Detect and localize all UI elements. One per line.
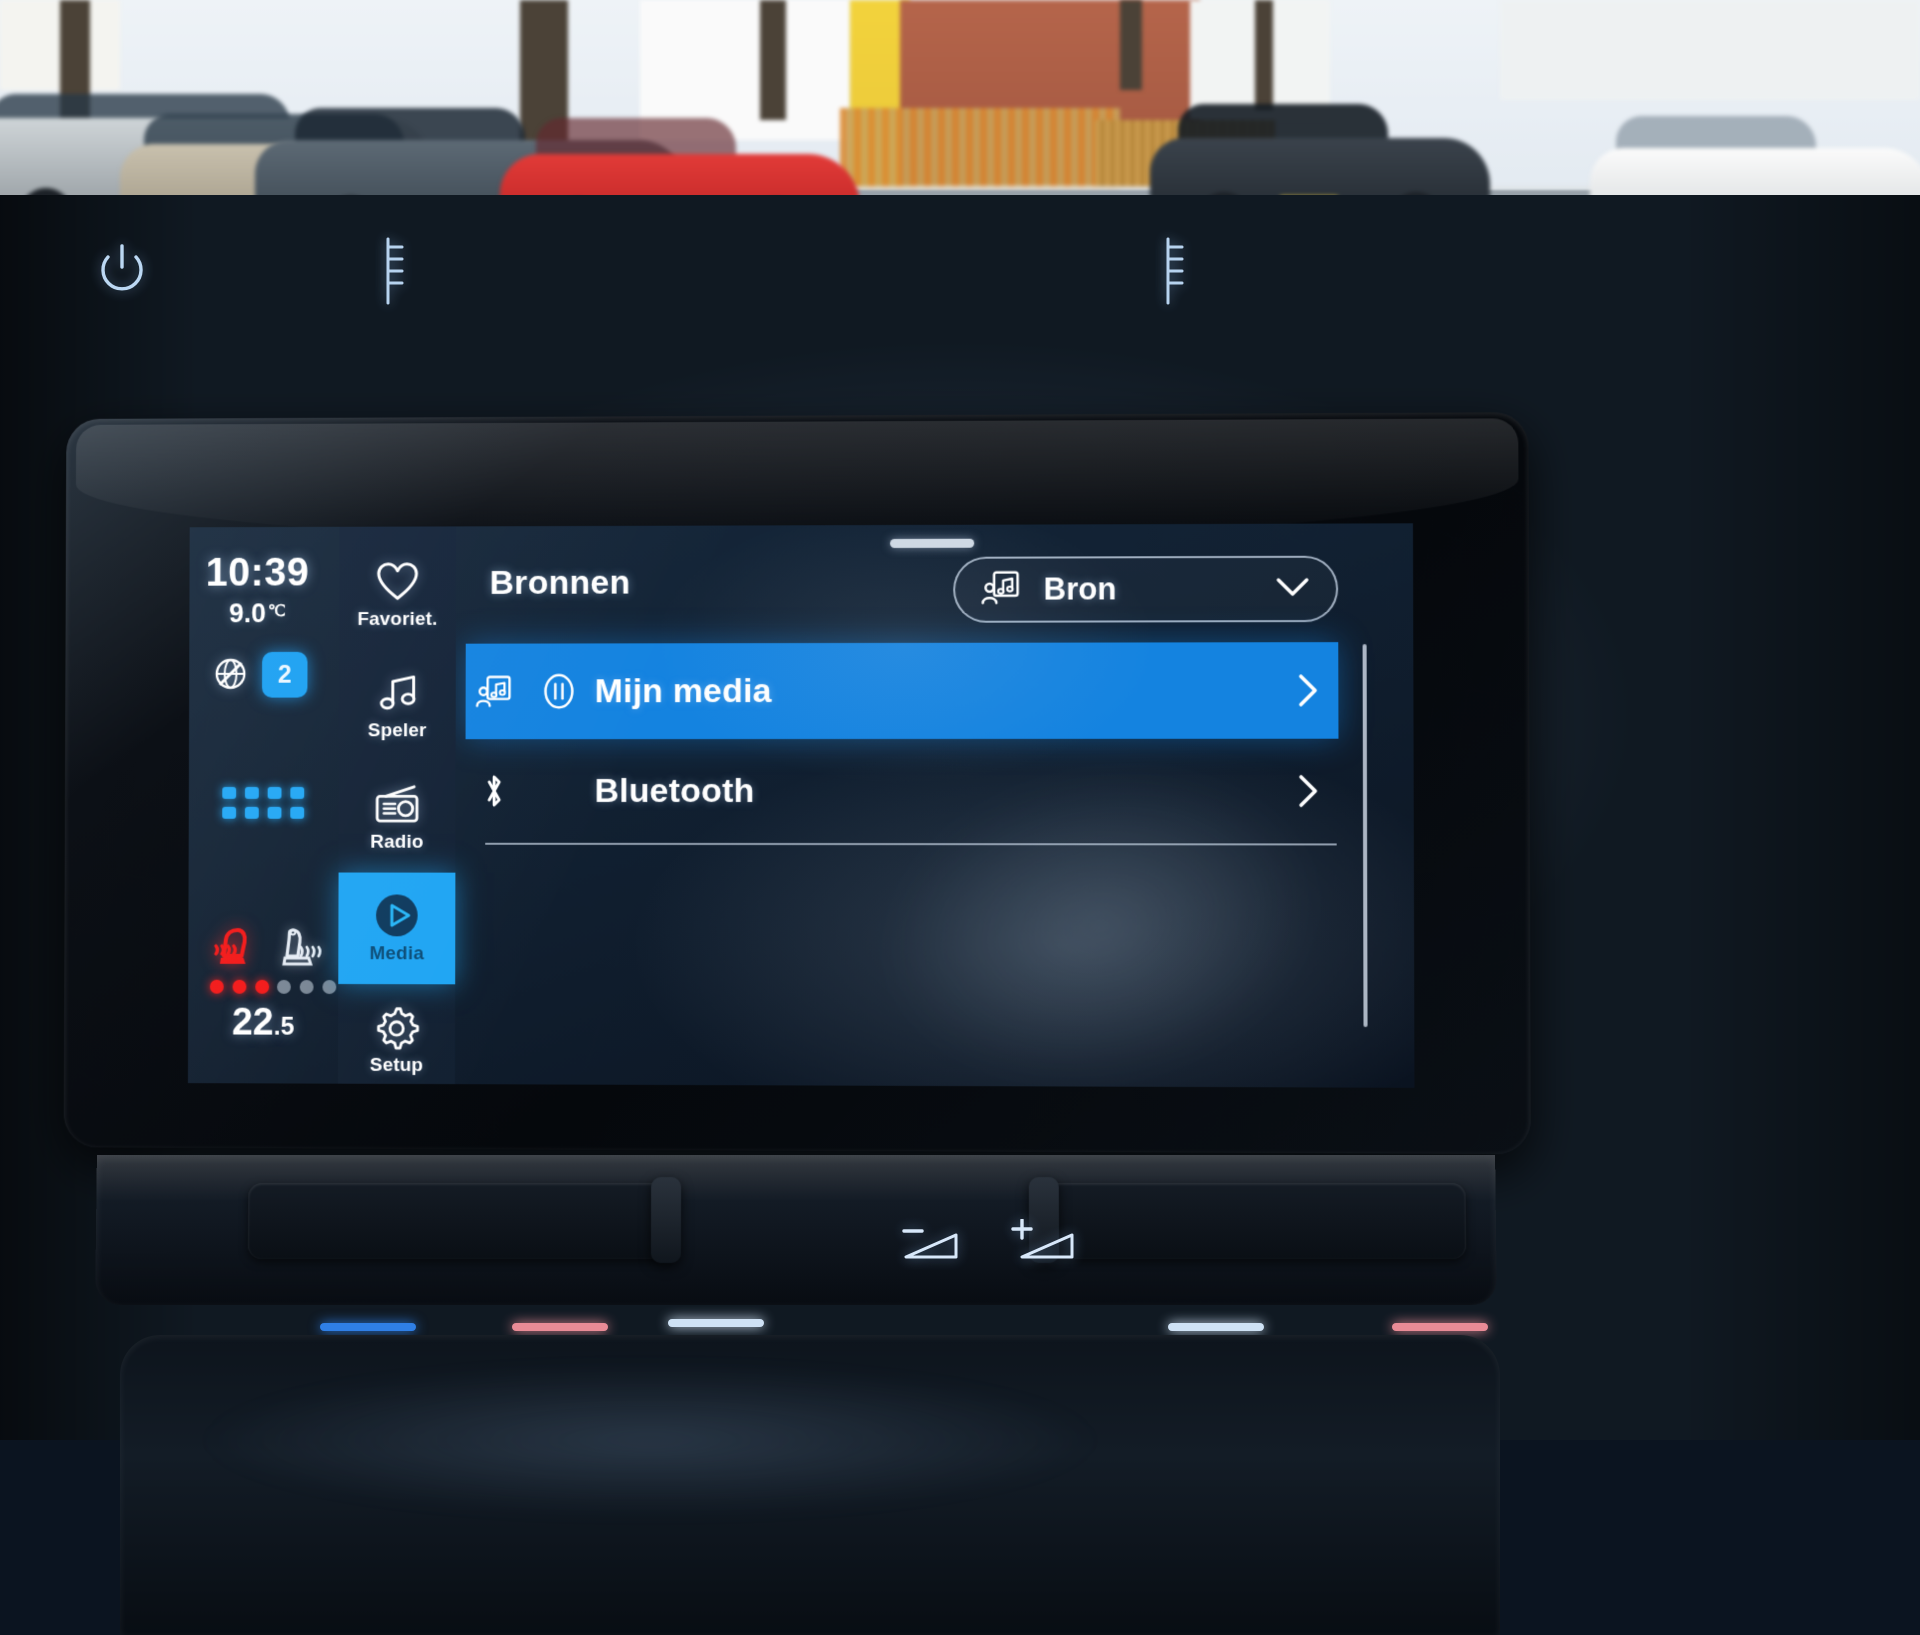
hardkey-bar <box>95 1155 1497 1305</box>
list-item-label: Mijn media <box>595 671 1278 711</box>
temperature-slider-right[interactable] <box>1046 1183 1467 1259</box>
tree-trunk <box>1255 0 1273 110</box>
chevron-right-icon <box>1278 774 1339 808</box>
cabin-temp-dec: .5 <box>274 1013 295 1041</box>
cabin-temperature[interactable]: 22.5 <box>188 1002 338 1045</box>
media-play-icon <box>371 891 423 939</box>
drag-handle-icon[interactable] <box>890 539 974 548</box>
list-item[interactable]: Mijn media <box>466 642 1339 739</box>
sidebar-item-label: Radio <box>370 832 423 854</box>
bluetooth-icon <box>465 769 523 813</box>
seat-climate-row <box>198 924 336 994</box>
ambient-led <box>1168 1323 1264 1331</box>
chevron-right-icon <box>1278 673 1339 707</box>
ambient-led <box>1392 1323 1488 1331</box>
recirculation-off-icon[interactable] <box>211 654 251 694</box>
source-dropdown-button[interactable]: Bron <box>953 556 1338 623</box>
power-icon[interactable] <box>96 243 148 297</box>
ambient-led <box>668 1319 764 1327</box>
sidebar-item-radio[interactable]: Radio <box>339 761 456 873</box>
content-pane: Bronnen Bron <box>455 523 1414 1088</box>
seat-heater-key-icon[interactable] <box>1148 235 1190 309</box>
sidebar-item-setup[interactable]: Setup <box>338 984 455 1088</box>
music-note-icon <box>372 669 424 717</box>
gear-icon <box>371 1003 423 1051</box>
ambient-led <box>512 1323 608 1331</box>
seat-heater-level-dots <box>210 980 269 994</box>
pause-circle-icon[interactable] <box>523 671 595 711</box>
trim-sheen <box>200 1365 1100 1515</box>
temp-unit: ℃ <box>268 603 286 620</box>
chevron-down-icon <box>1275 575 1309 602</box>
seat-heater-left-icon[interactable] <box>204 924 259 978</box>
sidebar-item-favorites[interactable]: Favoriet. <box>339 538 456 650</box>
scrollbar[interactable] <box>1363 644 1368 1027</box>
seat-heater-key-icon[interactable] <box>368 235 410 309</box>
fan-level-badge[interactable]: 2 <box>262 652 307 698</box>
sidebar-item-media[interactable]: Media <box>338 873 455 985</box>
dashboard: 10:39 9.0℃ 2 <box>0 195 1920 1440</box>
my-media-icon <box>981 569 1021 610</box>
seat-ventilation-right-icon[interactable] <box>271 924 326 978</box>
heart-icon <box>372 557 424 605</box>
volume-down-icon[interactable] <box>900 1225 962 1265</box>
tree-trunk <box>760 0 786 120</box>
page-title: Bronnen <box>490 564 631 603</box>
sidebar-item-label: Favoriet. <box>357 609 437 631</box>
app-grid-icon[interactable] <box>222 787 304 819</box>
sidebar-item-label: Setup <box>370 1055 423 1077</box>
sidebar-item-label: Media <box>370 943 424 965</box>
outside-temperature: 9.0℃ <box>189 598 325 629</box>
list-item-label: Bluetooth <box>595 771 1278 810</box>
outside-temp-value: 9.0 <box>229 598 266 628</box>
status-column: 10:39 9.0℃ 2 <box>188 527 339 1084</box>
building <box>1500 0 1920 100</box>
source-dropdown-label: Bron <box>1044 571 1254 608</box>
temperature-slider-left[interactable] <box>248 1183 668 1259</box>
list-item[interactable]: Bluetooth <box>465 743 1338 840</box>
ambient-led <box>320 1323 416 1331</box>
infotainment-screen[interactable]: 10:39 9.0℃ 2 <box>188 523 1415 1088</box>
cabin-temp-int: 22 <box>232 1002 274 1044</box>
slider-nub-left[interactable] <box>651 1177 681 1263</box>
radio-icon <box>371 780 423 828</box>
climate-quick-row: 2 <box>207 652 325 698</box>
list-divider <box>485 843 1336 846</box>
dash-shadow-right <box>1680 195 1920 1440</box>
sidebar-item-label: Speler <box>368 720 427 742</box>
seat-ventilation-level-dots <box>277 980 336 994</box>
sidebar-item-player[interactable]: Speler <box>339 650 456 761</box>
clock: 10:39 <box>189 551 325 596</box>
infotainment-bezel: 10:39 9.0℃ 2 <box>64 412 1531 1154</box>
nav-rail: Favoriet. Speler <box>338 526 456 1084</box>
tree-trunk <box>1120 0 1142 90</box>
my-media-icon <box>466 674 524 708</box>
volume-up-icon[interactable] <box>1010 1219 1078 1265</box>
